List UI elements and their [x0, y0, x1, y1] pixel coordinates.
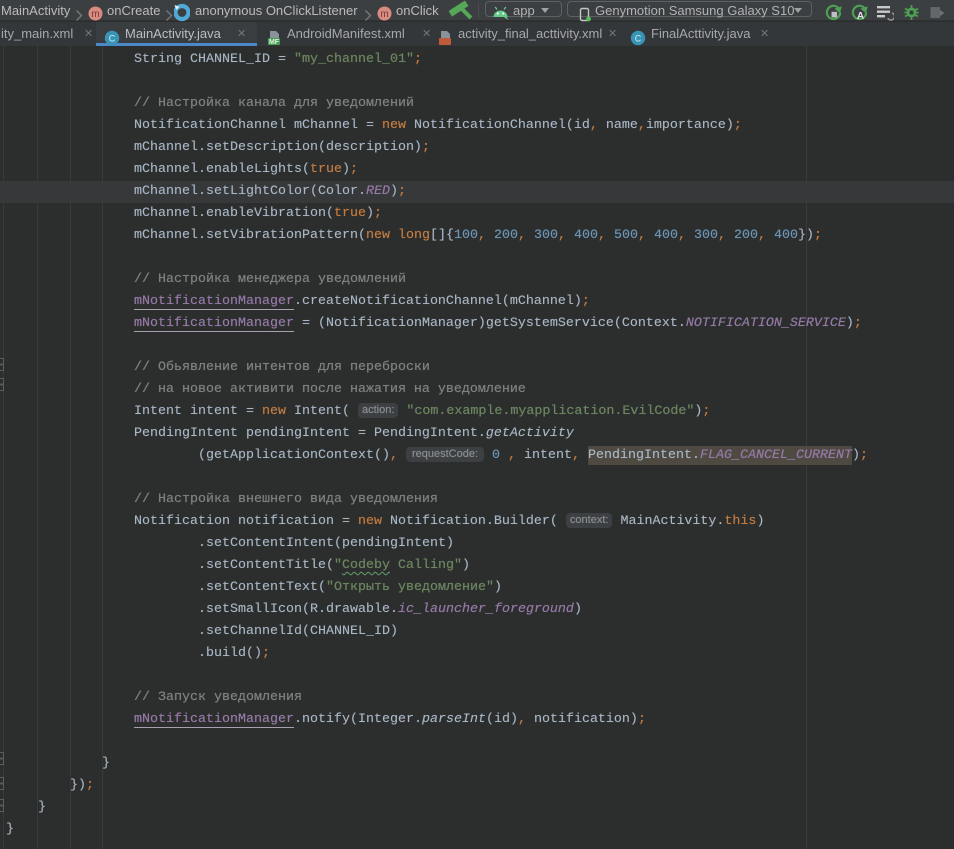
svg-text:m: m: [380, 9, 388, 20]
svg-text:A: A: [857, 11, 864, 22]
svg-text:C: C: [635, 34, 642, 44]
svg-text:C: C: [109, 34, 116, 44]
svg-text:m: m: [91, 9, 99, 20]
svg-text:MF: MF: [269, 39, 280, 46]
